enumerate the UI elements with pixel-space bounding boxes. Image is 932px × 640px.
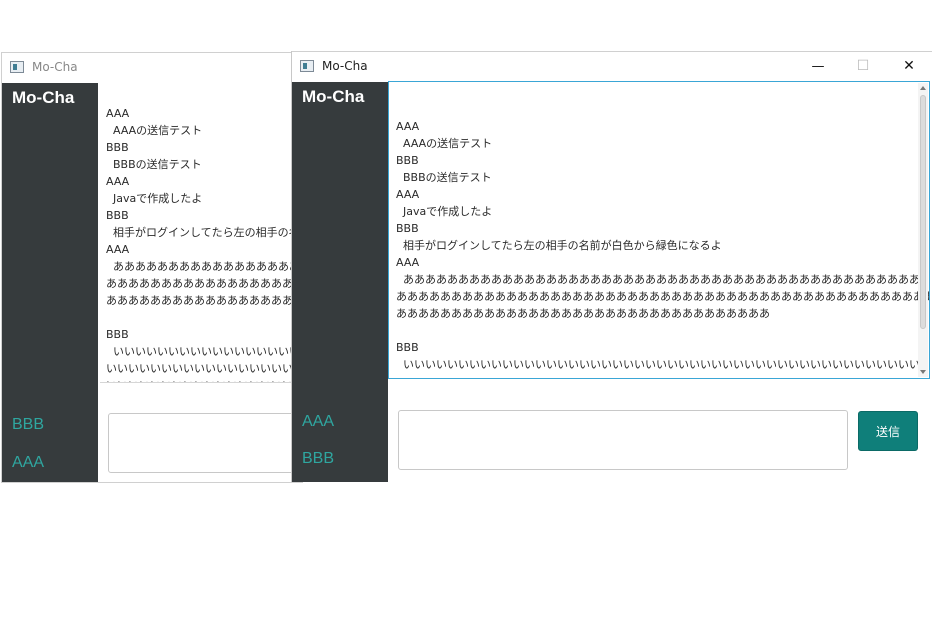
send-button[interactable]: 送信 (858, 411, 918, 451)
maximize-button[interactable]: ☐ (840, 52, 886, 80)
log-line: BBB (396, 341, 419, 354)
log-line: BBBの送信テスト (396, 171, 492, 184)
back-log-content: AAA AAAの送信テスト BBB BBBの送信テスト AAA Javaで作成したよ… (106, 105, 302, 382)
log-line: BBB (106, 141, 129, 154)
log-line: いいいいいいいいいいいいいいいいいいいいいいい (106, 377, 302, 382)
log-line: AAAの送信テスト (396, 137, 493, 150)
log-line: いいいいいいいいいいいいいいいいいいいいいいいいいいいいいいいいいいいいいいいい… (396, 358, 920, 371)
log-line: BBB (106, 209, 129, 222)
front-message-input[interactable] (398, 410, 848, 470)
close-button[interactable]: ✕ (886, 52, 932, 80)
back-message-log[interactable]: AAA AAAの送信テスト BBB BBBの送信テスト AAA Javaで作成したよ… (100, 88, 302, 383)
back-sidebar: Mo-Cha BBB AAA (2, 83, 98, 482)
back-message-input[interactable] (108, 413, 302, 473)
front-message-log[interactable]: AAA AAAの送信テスト BBB BBBの送信テスト AAA Javaで作成したよ… (388, 81, 930, 379)
front-user-bbb[interactable]: BBB (302, 450, 334, 468)
log-line: ああああああああああああああああああああああああああああああああああああああああ… (396, 290, 930, 303)
back-title-bar[interactable]: Mo-Cha (2, 53, 302, 83)
log-line: BBB (106, 328, 129, 341)
log-line: ああああああああああああああああああああああああああああああああああ (106, 294, 302, 307)
app-icon (10, 61, 24, 73)
log-line: 相手がログインしてたら左の相手の名前が白色から緑色になるよ (396, 239, 722, 252)
back-chat-window: Mo-Cha Mo-Cha BBB AAA AAA AAAの送信テスト BBB B… (1, 52, 303, 483)
scroll-up-icon[interactable] (920, 86, 926, 90)
log-line: AAA (106, 243, 130, 256)
log-line: ああああああああああああああああああああああああああああああああああああああああ… (106, 277, 302, 290)
log-line: AAAの送信テスト (106, 124, 203, 137)
log-line: ああああああああああああああああああああああああああああああああああああああああ… (396, 273, 920, 286)
minimize-button[interactable]: — (795, 52, 841, 80)
log-line: ああああああああああああああああああああああああああああああああああああああああ… (112, 260, 302, 273)
log-line: AAA (396, 120, 420, 133)
log-line: いいいいいいいいいいいいいいいいいいいいいいいいいいいいいいいいいいいいいいいい… (112, 345, 302, 358)
log-line: AAA (396, 256, 420, 269)
back-brand-title: Mo-Cha (12, 88, 75, 107)
log-line: BBBの送信テスト (106, 158, 202, 171)
log-line: BBB (396, 154, 419, 167)
front-window-title: Mo-Cha (322, 59, 368, 73)
back-user-aaa[interactable]: AAA (12, 454, 44, 472)
front-log-content: AAA AAAの送信テスト BBB BBBの送信テスト AAA Javaで作成したよ… (396, 118, 930, 373)
log-scrollbar[interactable] (918, 83, 928, 377)
log-line: 相手がログインしてたら左の相手の名前が白色から緑色になるよ (112, 226, 302, 239)
front-sidebar: Mo-Cha AAA BBB (292, 82, 388, 482)
back-user-bbb[interactable]: BBB (12, 416, 44, 434)
log-line: Javaで作成したよ (396, 205, 493, 218)
scroll-down-icon[interactable] (920, 370, 926, 374)
scroll-thumb[interactable] (920, 95, 926, 329)
log-line: AAA (106, 107, 130, 120)
front-title-bar[interactable]: Mo-Cha — ☐ ✕ (292, 52, 932, 82)
log-line: AAA (106, 175, 130, 188)
log-line: Javaで作成したよ (106, 192, 203, 205)
front-brand-title: Mo-Cha (302, 87, 365, 106)
back-window-title: Mo-Cha (32, 60, 78, 74)
app-icon (300, 60, 314, 72)
log-line: BBB (396, 222, 419, 235)
log-line: いいいいいいいいいいいいいいいいいいいいいいいいいいいいいいいいいいいいいいいい… (106, 362, 302, 375)
log-line: ああああああああああああああああああああああああああああああああああ (396, 307, 770, 320)
front-chat-window: Mo-Cha — ☐ ✕ Mo-Cha AAA BBB AAA AAAの送信テス… (292, 51, 932, 482)
front-user-aaa[interactable]: AAA (302, 413, 334, 431)
log-line: AAA (396, 188, 420, 201)
